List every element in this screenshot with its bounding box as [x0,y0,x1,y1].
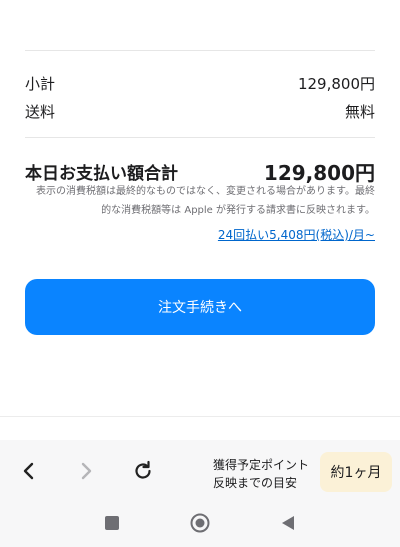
tax-note-line1: 表示の消費税額は最終的なものではなく、変更される場合があります。最終 [36,186,375,197]
installment-link[interactable]: 24回払い5,408円(税込)/月~ [218,226,375,243]
subtotal-label: 小計 [25,75,56,93]
tax-note-line2: 的な消費税額等は Apple が発行する請求書に反映されます。 [101,205,375,216]
total-label: 本日お支払い額合計 [25,164,178,184]
top-divider [25,50,375,51]
tax-note: 表示の消費税額は最終的なものではなく、変更される場合があります。最終 的な消費税… [25,182,375,220]
subtotal-value: 129,800円 [297,75,375,93]
shipping-label: 送料 [25,103,56,121]
mid-divider [25,137,375,138]
checkout-summary-page: 小計 129,800円 送料 無料 本日お支払い額合計 129,800円 表示の… [0,0,400,547]
chevron-left-icon[interactable] [16,458,42,484]
browser-toolbar: 獲得予定ポイント 反映までの目安 約1ヶ月 [0,440,400,502]
system-navigation-bar [0,502,400,547]
shipping-value: 無料 [344,103,375,121]
chevron-right-icon[interactable] [73,458,99,484]
subtotal-row: 小計 129,800円 [25,73,375,94]
reload-icon[interactable] [130,458,156,484]
checkout-button[interactable]: 注文手続きへ [25,279,375,335]
shipping-row: 送料 無料 [25,101,375,122]
triangle-back-icon[interactable] [278,513,298,533]
points-info: 獲得予定ポイント 反映までの目安 [213,456,309,492]
points-line1: 獲得予定ポイント [213,458,310,472]
points-badge[interactable]: 約1ヶ月 [320,452,392,492]
bottom-divider [0,416,400,417]
points-line2: 反映までの目安 [213,476,298,490]
square-icon[interactable] [103,514,121,532]
home-circle-icon[interactable] [189,512,211,534]
